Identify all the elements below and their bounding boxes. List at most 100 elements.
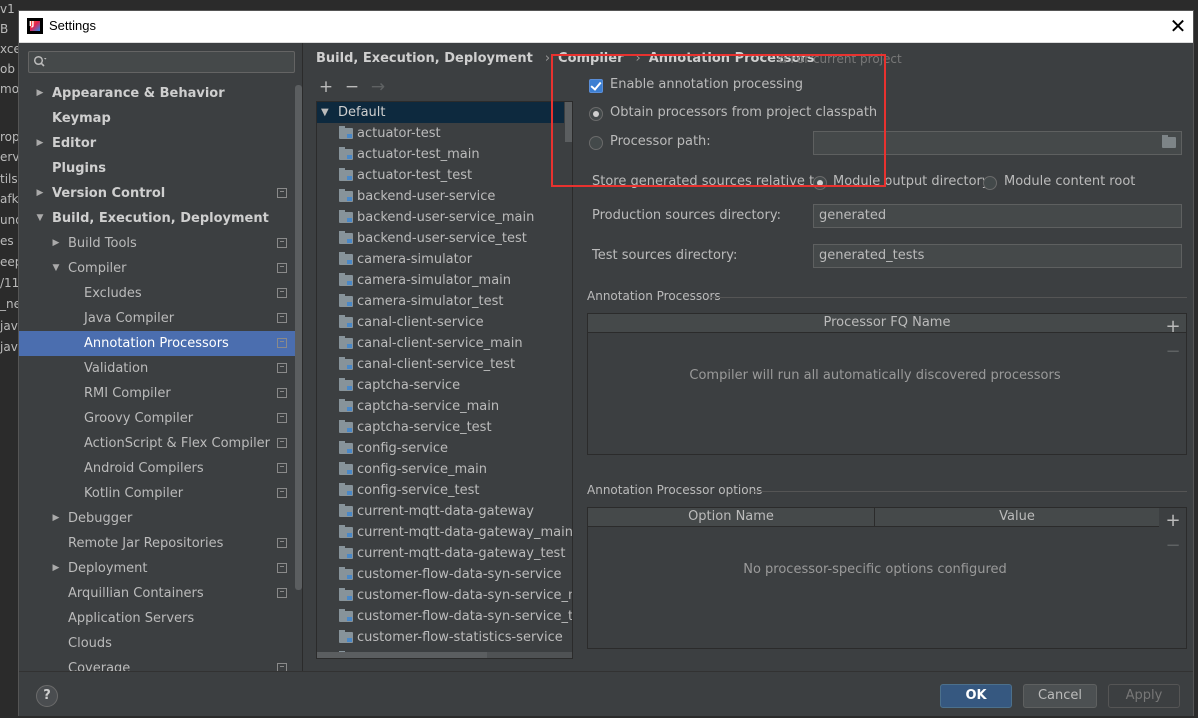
module-list-item[interactable]: config-service_main (339, 459, 487, 480)
sidebar-item-label: ActionScript & Flex Compiler (84, 436, 271, 451)
sidebar-item-deployment[interactable]: ▶ Deployment (19, 556, 302, 581)
sidebar-item-arquillian-containers[interactable]: Arquillian Containers (19, 581, 302, 606)
project-scope-icon (277, 438, 287, 448)
background-text-fragment: jav (0, 319, 18, 333)
chevron-right-icon[interactable]: ▶ (35, 81, 45, 106)
module-list-item[interactable]: actuator-test_main (339, 144, 480, 165)
module-list-item[interactable]: camera-simulator_test (339, 291, 504, 312)
sidebar-item-android-compilers[interactable]: Android Compilers (19, 456, 302, 481)
sidebar-item-rmi-compiler[interactable]: RMI Compiler (19, 381, 302, 406)
module-list-item[interactable]: captcha-service_main (339, 396, 499, 417)
sidebar-item-label: Arquillian Containers (68, 586, 204, 601)
sidebar-item-remote-jar-repositories[interactable]: Remote Jar Repositories (19, 531, 302, 556)
sidebar-item-actionscript-flex-compiler[interactable]: ActionScript & Flex Compiler (19, 431, 302, 456)
module-folder-icon (339, 441, 353, 454)
processors-table: Processor FQ Name Compiler will run all … (587, 313, 1187, 455)
module-list-item[interactable]: canal-client-service (339, 312, 484, 333)
sidebar-divider[interactable] (302, 43, 303, 671)
test-dir-input[interactable]: generated_tests (813, 244, 1182, 268)
chevron-right-icon[interactable]: ▶ (51, 231, 61, 256)
module-list-item[interactable]: canal-client-service_test (339, 354, 515, 375)
chevron-down-icon[interactable]: ▼ (35, 206, 45, 231)
help-button[interactable]: ? (36, 685, 58, 707)
module-folder-icon (339, 588, 353, 601)
module-list-item[interactable]: current-mqtt-data-gateway_test (339, 543, 565, 564)
production-dir-input[interactable]: generated (813, 204, 1182, 228)
sidebar-item-validation[interactable]: Validation (19, 356, 302, 381)
remove-option-button[interactable]: − (1164, 537, 1182, 555)
settings-search-input[interactable] (28, 51, 295, 73)
module-list-item[interactable]: customer-flow-data-syn-service_m (339, 585, 572, 606)
project-scope-icon (277, 238, 287, 248)
module-list-item[interactable]: config-service_test (339, 480, 480, 501)
chevron-right-icon[interactable]: ▶ (35, 131, 45, 156)
sidebar-item-plugins[interactable]: Plugins (19, 156, 302, 181)
module-list-item[interactable]: camera-simulator (339, 249, 472, 270)
module-list-item[interactable]: actuator-test_test (339, 165, 473, 186)
sidebar-item-label: Plugins (52, 161, 106, 176)
module-list-item[interactable]: captcha-service (339, 375, 460, 396)
sidebar-item-keymap[interactable]: Keymap (19, 106, 302, 131)
add-processor-button[interactable]: + (1164, 318, 1182, 336)
processors-section-title: Annotation Processors (587, 289, 721, 303)
add-profile-button[interactable]: + (316, 77, 336, 97)
apply-button[interactable]: Apply (1108, 684, 1180, 708)
intellij-icon (27, 18, 43, 34)
module-list-item[interactable]: backend-user-service_test (339, 228, 527, 249)
remove-processor-button[interactable]: − (1164, 343, 1182, 361)
sidebar-item-clouds[interactable]: Clouds (19, 631, 302, 656)
cancel-button[interactable]: Cancel (1023, 684, 1097, 708)
add-option-button[interactable]: + (1164, 512, 1182, 530)
module-folder-icon (339, 336, 353, 349)
remove-profile-button[interactable]: − (342, 77, 362, 97)
module-list-item[interactable]: canal-client-service_main (339, 333, 523, 354)
move-to-profile-button[interactable]: → (368, 77, 388, 97)
sidebar-item-excludes[interactable]: Excludes (19, 281, 302, 306)
chevron-down-icon[interactable]: ▼ (51, 256, 61, 281)
module-list-item[interactable]: customer-flow-data-syn-service_te (339, 606, 572, 627)
folder-icon[interactable] (1162, 135, 1176, 148)
sidebar-item-groovy-compiler[interactable]: Groovy Compiler (19, 406, 302, 431)
sidebar-item-editor[interactable]: ▶ Editor (19, 131, 302, 156)
close-button[interactable]: ✕ (1165, 14, 1191, 38)
module-list-item[interactable]: backend-user-service_main (339, 207, 534, 228)
sidebar-item-debugger[interactable]: ▶ Debugger (19, 506, 302, 531)
module-name: actuator-test (357, 126, 441, 141)
ok-button[interactable]: OK (940, 684, 1012, 708)
module-content-root-radio[interactable] (983, 176, 997, 190)
sidebar-scrollbar[interactable] (295, 85, 302, 590)
module-name: actuator-test_test (357, 168, 473, 183)
chevron-right-icon[interactable]: ▶ (35, 181, 45, 206)
sidebar-item-java-compiler[interactable]: Java Compiler (19, 306, 302, 331)
module-list-item[interactable]: customer-flow-statistics-service (339, 627, 563, 648)
sidebar-item-application-servers[interactable]: Application Servers (19, 606, 302, 631)
option-value-header[interactable]: Value (875, 508, 1159, 527)
list-horizontal-scrollbar[interactable] (317, 652, 572, 658)
sidebar-item-version-control[interactable]: ▶ Version Control (19, 181, 302, 206)
module-list-item[interactable]: current-mqtt-data-gateway (339, 501, 534, 522)
sidebar-item-compiler[interactable]: ▼ Compiler (19, 256, 302, 281)
option-name-header[interactable]: Option Name (588, 508, 875, 527)
project-scope-icon (277, 338, 287, 348)
module-list-item[interactable]: captcha-service_test (339, 417, 492, 438)
chevron-right-icon[interactable]: ▶ (51, 556, 61, 581)
module-list-item[interactable]: customer-flow-data-syn-service (339, 564, 561, 585)
sidebar-item-build-tools[interactable]: ▶ Build Tools (19, 231, 302, 256)
chevron-down-icon: ▼ (321, 107, 329, 118)
background-text-fragment: /11, (0, 276, 20, 290)
module-folder-icon (339, 609, 353, 622)
module-list-item[interactable]: camera-simulator_main (339, 270, 511, 291)
sidebar-item-kotlin-compiler[interactable]: Kotlin Compiler (19, 481, 302, 506)
chevron-right-icon[interactable]: ▶ (51, 506, 61, 531)
sidebar-item-appearance-behavior[interactable]: ▶ Appearance & Behavior (19, 81, 302, 106)
sidebar-item-annotation-processors[interactable]: Annotation Processors (19, 331, 302, 356)
module-list-item[interactable]: config-service (339, 438, 448, 459)
module-list-item[interactable]: actuator-test (339, 123, 441, 144)
sidebar-item-build-execution-deployment[interactable]: ▼ Build, Execution, Deployment (19, 206, 302, 231)
module-list-item[interactable]: current-mqtt-data-gateway_main (339, 522, 572, 543)
profile-default[interactable]: ▼ Default (317, 102, 564, 123)
module-list-item[interactable]: backend-user-service (339, 186, 495, 207)
sidebar-item-label: Compiler (68, 261, 127, 276)
processor-fq-name-header[interactable]: Processor FQ Name (588, 314, 1186, 333)
sidebar-item-coverage[interactable]: Coverage (19, 656, 302, 671)
